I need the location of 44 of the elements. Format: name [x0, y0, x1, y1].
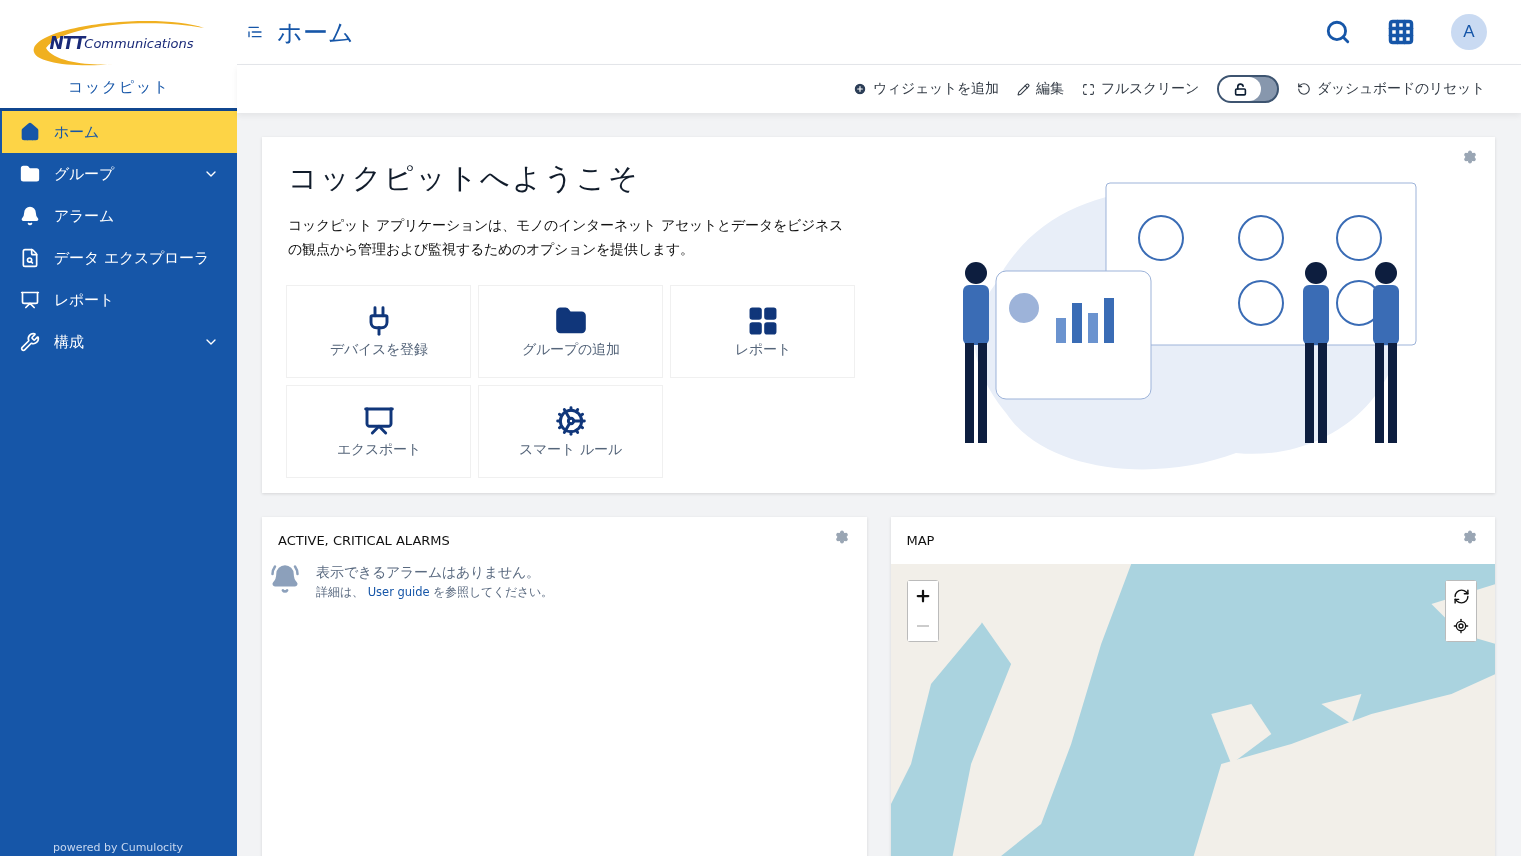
footer-text: powered by Cumulocity — [52, 841, 185, 856]
quick-link-tile[interactable]: レポート — [670, 285, 855, 378]
menu-icon[interactable] — [247, 24, 263, 40]
nav-item[interactable]: 構成 — [2, 321, 237, 363]
pencil-icon — [1017, 82, 1030, 96]
help-text: 詳細は、 User guide を参照してください。 — [316, 585, 554, 600]
search-button[interactable] — [1325, 19, 1351, 45]
welcome-text: コックピット アプリケーションは、モノのインターネット アセットとデータをビジネスの観点から管理および監視するためのオプションを提供します。 — [288, 216, 844, 259]
app-switcher-button[interactable] — [1387, 18, 1415, 46]
quick-link-tile[interactable]: スマート ルール — [478, 385, 663, 478]
wrench-icon — [20, 332, 40, 352]
plus-circle-icon — [853, 82, 867, 96]
app-name: コックピット — [67, 78, 170, 97]
add-widget-button[interactable]: ウィジェットを追加 — [853, 80, 999, 98]
refresh-icon — [1452, 587, 1470, 605]
quick-link-tile[interactable]: グループの追加 — [478, 285, 663, 378]
nav-item[interactable]: グループ — [2, 153, 237, 195]
edit-button[interactable]: 編集 — [1017, 80, 1064, 98]
presentation-icon — [20, 290, 40, 310]
quick-link-tile[interactable]: デバイスを登録 — [286, 285, 471, 378]
expand-icon — [1082, 82, 1095, 96]
quick-link-tile[interactable]: エクスポート — [286, 385, 471, 478]
home-icon — [20, 122, 40, 142]
bell-icon — [270, 564, 300, 594]
reset-icon — [1297, 82, 1311, 96]
empty-message: 表示できるアラームはありません。 — [316, 564, 541, 582]
minus-icon — [916, 625, 929, 627]
crosshair-icon — [1453, 618, 1469, 634]
lock-toggle[interactable] — [1217, 75, 1279, 103]
nav-item[interactable]: データ エクスプローラ — [2, 237, 237, 279]
nav-item[interactable]: アラーム — [2, 195, 237, 237]
folder-icon — [20, 164, 40, 184]
reset-dashboard-button[interactable]: ダッシュボードのリセット — [1297, 80, 1485, 98]
widget-title: MAP — [906, 533, 935, 548]
user-guide-link[interactable]: User guide — [367, 585, 430, 599]
user-avatar[interactable]: A — [1451, 14, 1487, 50]
unlock-icon — [1233, 82, 1247, 96]
bell-icon — [20, 206, 40, 226]
widget-title: ACTIVE, CRITICAL ALARMS — [278, 533, 450, 548]
nav-item[interactable]: レポート — [2, 279, 237, 321]
fullscreen-button[interactable]: フルスクリーン — [1082, 80, 1199, 98]
page-title: ホーム — [277, 16, 355, 49]
nav-item[interactable]: ホーム — [2, 111, 237, 153]
welcome-title: コックピットへようこそ — [288, 160, 641, 197]
